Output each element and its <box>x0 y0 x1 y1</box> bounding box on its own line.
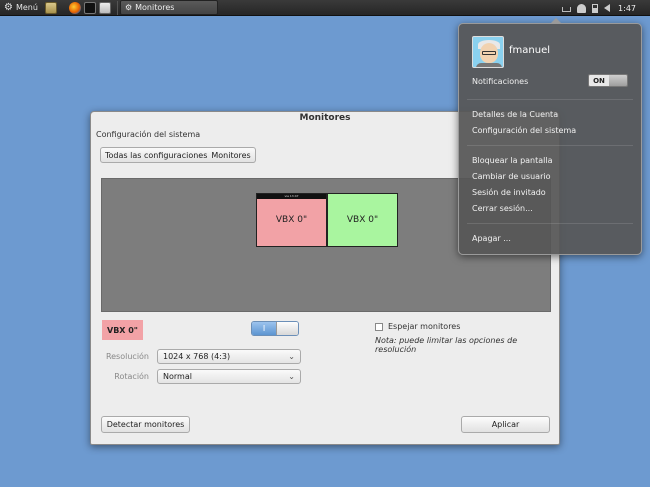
monitor-label: VBX 0" <box>346 215 379 225</box>
breadcrumb-all-settings[interactable]: Todas las configuraciones <box>103 151 209 160</box>
mirror-label: Espejar monitores <box>388 322 461 331</box>
monitor-power-switch[interactable]: I <box>251 321 299 336</box>
volume-icon[interactable] <box>604 4 611 12</box>
keyboard-icon[interactable] <box>562 7 572 12</box>
breadcrumb: Todas las configuraciones Monitores <box>100 147 256 163</box>
detect-monitors-button[interactable]: Detectar monitores <box>101 416 190 433</box>
taskbar-item-monitores[interactable]: ⚙ Monitores <box>119 0 218 15</box>
top-panel: ⚙ Menú ⚙ Monitores 1:47 <box>0 0 650 16</box>
resolution-label: Resolución <box>105 352 149 361</box>
system-tray: 1:47 <box>562 0 650 16</box>
menu-item-guest-session[interactable]: Sesión de invitado <box>472 188 546 197</box>
mirror-checkbox[interactable] <box>375 322 383 331</box>
display-settings-icon: ⚙ <box>124 3 133 12</box>
resolution-dropdown[interactable]: 1024 x 768 (4:3) ⌄ <box>157 349 301 364</box>
folder-launcher-icon[interactable] <box>98 1 111 14</box>
chevron-down-icon: ⌄ <box>288 352 295 361</box>
menu-item-account-details[interactable]: Detalles de la Cuenta <box>472 110 558 119</box>
user-menu-popup: fmanuel Notificaciones ON Detalles de la… <box>458 18 642 255</box>
terminal-launcher-icon[interactable] <box>83 1 96 14</box>
menu-divider <box>467 223 633 224</box>
toggle-knob[interactable] <box>609 75 627 86</box>
chevron-down-icon: ⌄ <box>288 372 295 381</box>
switch-knob[interactable] <box>276 322 298 335</box>
menu-item-system-settings[interactable]: Configuración del sistema <box>472 126 576 135</box>
monitor-tile-secondary[interactable]: VBX 0" <box>327 193 398 247</box>
avatar <box>472 36 504 68</box>
toggle-state-label: ON <box>589 75 609 86</box>
rotation-dropdown[interactable]: Normal ⌄ <box>157 369 301 384</box>
menu-item-switch-user[interactable]: Cambiar de usuario <box>472 172 550 181</box>
resolution-note: Nota: puede limitar las opciones de reso… <box>375 336 518 354</box>
file-manager-launcher-icon[interactable] <box>44 1 57 14</box>
selected-display-label: VBX 0" <box>102 320 143 340</box>
avatar-body <box>476 63 502 67</box>
switch-on-label: I <box>252 322 276 335</box>
taskbar-item-label: Monitores <box>135 3 175 12</box>
menu-item-lock-screen[interactable]: Bloquear la pantalla <box>472 156 553 165</box>
menu-item-log-out[interactable]: Cerrar sesión... <box>472 204 533 213</box>
monitor-tile-primary[interactable]: vie 13:47 VBX 0" <box>256 193 327 247</box>
username: fmanuel <box>509 45 550 56</box>
monitor-label: VBX 0" <box>275 215 308 225</box>
user-icon[interactable] <box>577 3 587 13</box>
menu-divider <box>467 99 633 100</box>
firefox-launcher-icon[interactable] <box>68 1 81 14</box>
notifications-toggle[interactable]: ON <box>588 74 628 87</box>
menu-label: Menú <box>15 3 38 12</box>
rotation-value: Normal <box>163 372 192 381</box>
avatar-glasses <box>482 51 496 55</box>
apply-button[interactable]: Aplicar <box>461 416 550 433</box>
breadcrumb-monitores[interactable]: Monitores <box>209 151 252 160</box>
applications-menu-button[interactable]: ⚙ Menú <box>0 0 42 16</box>
settings-header-label: Configuración del sistema <box>96 130 201 139</box>
notifications-label: Notificaciones <box>472 77 529 86</box>
rotation-label: Rotación <box>114 372 149 381</box>
panel-separator <box>116 0 118 15</box>
battery-icon[interactable] <box>592 3 599 13</box>
menu-item-shut-down[interactable]: Apagar ... <box>472 234 511 243</box>
resolution-value: 1024 x 768 (4:3) <box>163 352 231 361</box>
clock[interactable]: 1:47 <box>618 4 636 13</box>
menu-divider <box>467 145 633 146</box>
monitor-top-bar: vie 13:47 <box>257 194 326 199</box>
gear-icon: ⚙ <box>4 1 13 13</box>
mirror-monitors-option[interactable]: Espejar monitores <box>375 322 460 331</box>
